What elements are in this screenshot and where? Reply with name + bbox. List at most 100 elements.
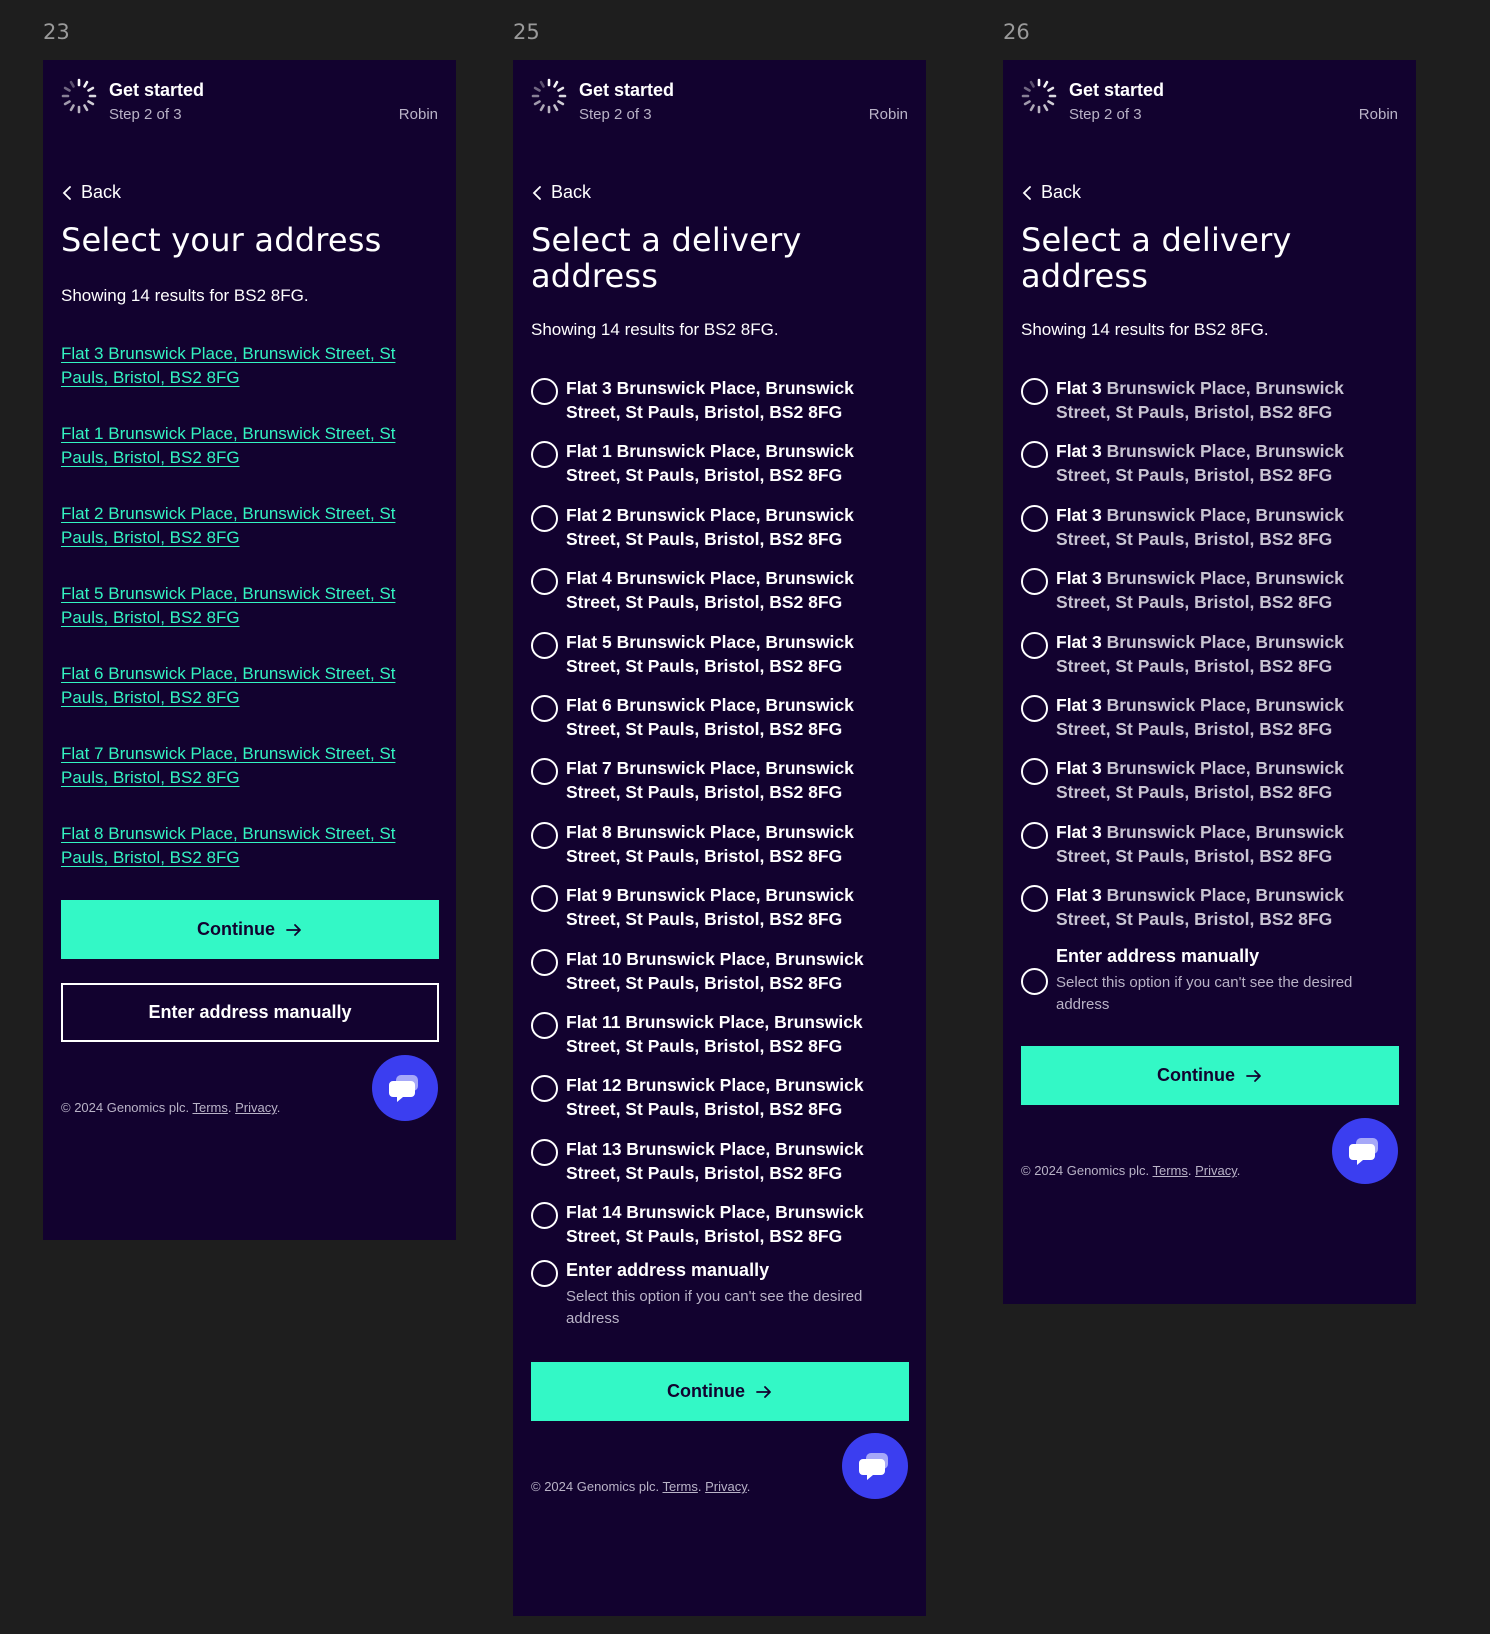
header-title: Get started bbox=[109, 80, 205, 100]
frame-label-25: 25 bbox=[513, 20, 540, 44]
address-link[interactable]: Flat 5 Brunswick Place, Brunswick Street… bbox=[61, 582, 441, 630]
radio-option-address[interactable]: Flat 12 Brunswick Place, Brunswick Stree… bbox=[531, 1073, 911, 1121]
radio-button[interactable] bbox=[531, 631, 558, 659]
continue-button[interactable]: Continue bbox=[61, 900, 439, 959]
chat-button[interactable] bbox=[842, 1433, 908, 1499]
header-step: Step 2 of 3 bbox=[109, 106, 182, 123]
radio-button[interactable] bbox=[1021, 758, 1048, 786]
radio-option-address[interactable]: Flat 3 Brunswick Place, Brunswick Street… bbox=[531, 376, 911, 424]
address-link[interactable]: Flat 1 Brunswick Place, Brunswick Street… bbox=[61, 422, 441, 470]
radio-option-address[interactable]: Flat 8 Brunswick Place, Brunswick Street… bbox=[531, 820, 911, 868]
radio-button[interactable] bbox=[1021, 885, 1048, 913]
radio-option-address[interactable]: Flat 3 Brunswick Place, Brunswick Street… bbox=[1021, 503, 1401, 551]
enter-manually-button[interactable]: Enter address manually bbox=[61, 983, 439, 1042]
continue-button[interactable]: Continue bbox=[1021, 1046, 1399, 1105]
address-link[interactable]: Flat 7 Brunswick Place, Brunswick Street… bbox=[61, 742, 441, 790]
radio-button[interactable] bbox=[531, 1202, 558, 1230]
terms-link[interactable]: Terms bbox=[1152, 1163, 1187, 1178]
address-label: Flat 1 Brunswick Place, Brunswick Street… bbox=[566, 441, 854, 486]
manual-option-title: Enter address manually bbox=[1056, 946, 1260, 966]
radio-button[interactable] bbox=[531, 948, 558, 976]
radio-button[interactable] bbox=[531, 695, 558, 722]
radio-option-address[interactable]: Flat 7 Brunswick Place, Brunswick Street… bbox=[531, 756, 911, 804]
address-link[interactable]: Flat 6 Brunswick Place, Brunswick Street… bbox=[61, 662, 441, 710]
address-label: Flat 3 Brunswick Place, Brunswick Street… bbox=[566, 378, 854, 422]
radio-option-address[interactable]: Flat 2 Brunswick Place, Brunswick Street… bbox=[531, 503, 911, 551]
radio-option-address[interactable]: Flat 6 Brunswick Place, Brunswick Street… bbox=[531, 693, 911, 741]
address-link[interactable]: Flat 8 Brunswick Place, Brunswick Street… bbox=[61, 822, 441, 870]
address-link[interactable]: Flat 2 Brunswick Place, Brunswick Street… bbox=[61, 502, 441, 550]
address-label: Flat 3 Brunswick Place, Brunswick Street… bbox=[1056, 693, 1401, 741]
header-user[interactable]: Robin bbox=[869, 106, 908, 123]
radio-button[interactable] bbox=[1021, 968, 1048, 995]
radio-button[interactable] bbox=[531, 821, 558, 849]
continue-label: Continue bbox=[197, 919, 275, 939]
radio-button[interactable] bbox=[531, 441, 558, 469]
continue-button[interactable]: Continue bbox=[531, 1362, 909, 1421]
copyright: © 2024 Genomics plc. bbox=[531, 1479, 660, 1494]
radio-button[interactable] bbox=[1021, 631, 1048, 659]
chat-icon bbox=[1349, 1138, 1378, 1165]
radio-option-address[interactable]: Flat 4 Brunswick Place, Brunswick Street… bbox=[531, 566, 911, 614]
continue-label: Continue bbox=[1157, 1065, 1235, 1085]
back-link[interactable]: Back bbox=[1021, 182, 1081, 203]
radio-option-manual[interactable]: Enter address manually Select this optio… bbox=[1021, 944, 1401, 1016]
radio-option-address[interactable]: Flat 1 Brunswick Place, Brunswick Street… bbox=[531, 439, 911, 487]
page-title: Select a delivery address bbox=[1021, 221, 1292, 295]
address-label: Flat 5 Brunswick Place, Brunswick Street… bbox=[566, 631, 854, 676]
terms-link[interactable]: Terms bbox=[192, 1100, 227, 1115]
privacy-link[interactable]: Privacy bbox=[1195, 1163, 1237, 1178]
results-text: Showing 14 results for BS2 8FG. bbox=[61, 286, 309, 305]
radio-option-address[interactable]: Flat 3 Brunswick Place, Brunswick Street… bbox=[1021, 693, 1401, 741]
back-link[interactable]: Back bbox=[61, 182, 121, 203]
arrow-right-icon bbox=[286, 923, 301, 936]
radio-option-address[interactable]: Flat 5 Brunswick Place, Brunswick Street… bbox=[531, 630, 911, 678]
radio-button[interactable] bbox=[531, 1012, 558, 1039]
radio-option-address[interactable]: Flat 9 Brunswick Place, Brunswick Street… bbox=[531, 883, 911, 931]
address-label: Flat 3 Brunswick Place, Brunswick Street… bbox=[1056, 376, 1401, 424]
radio-button[interactable] bbox=[531, 1260, 558, 1287]
radio-option-address[interactable]: Flat 13 Brunswick Place, Brunswick Stree… bbox=[531, 1137, 911, 1185]
radio-option-address[interactable]: Flat 14 Brunswick Place, Brunswick Stree… bbox=[531, 1200, 911, 1248]
radio-option-address[interactable]: Flat 3 Brunswick Place, Brunswick Street… bbox=[1021, 756, 1401, 804]
privacy-link[interactable]: Privacy bbox=[235, 1100, 277, 1115]
radio-option-address[interactable]: Flat 10 Brunswick Place, Brunswick Stree… bbox=[531, 947, 911, 995]
header-step: Step 2 of 3 bbox=[579, 106, 652, 123]
header-step: Step 2 of 3 bbox=[1069, 106, 1142, 123]
radio-option-address[interactable]: Flat 3 Brunswick Place, Brunswick Street… bbox=[1021, 376, 1401, 424]
radio-button[interactable] bbox=[1021, 441, 1048, 469]
chat-button[interactable] bbox=[372, 1055, 438, 1121]
radio-button[interactable] bbox=[531, 504, 558, 532]
radio-option-manual[interactable]: Enter address manually Select this optio… bbox=[531, 1258, 911, 1330]
radio-button[interactable] bbox=[531, 378, 558, 405]
radio-button[interactable] bbox=[1021, 695, 1048, 722]
header-user[interactable]: Robin bbox=[1359, 106, 1398, 123]
radio-button[interactable] bbox=[1021, 568, 1048, 596]
radio-button[interactable] bbox=[531, 1075, 558, 1103]
radio-option-address[interactable]: Flat 3 Brunswick Place, Brunswick Street… bbox=[1021, 820, 1401, 868]
chat-button[interactable] bbox=[1332, 1118, 1398, 1184]
address-flat: Flat 3 bbox=[1056, 504, 1102, 525]
radio-option-address[interactable]: Flat 11 Brunswick Place, Brunswick Stree… bbox=[531, 1010, 911, 1058]
radio-button[interactable] bbox=[1021, 504, 1048, 532]
radio-button[interactable] bbox=[1021, 821, 1048, 849]
address-label: Flat 13 Brunswick Place, Brunswick Stree… bbox=[566, 1138, 864, 1183]
radio-button[interactable] bbox=[1021, 378, 1048, 405]
address-link[interactable]: Flat 3 Brunswick Place, Brunswick Street… bbox=[61, 342, 441, 390]
radio-option-address[interactable]: Flat 3 Brunswick Place, Brunswick Street… bbox=[1021, 439, 1401, 487]
footer: © 2024 Genomics plc. Terms. Privacy. bbox=[61, 1100, 281, 1115]
back-link[interactable]: Back bbox=[531, 182, 591, 203]
radio-button[interactable] bbox=[531, 1138, 558, 1166]
privacy-link[interactable]: Privacy bbox=[705, 1479, 747, 1494]
header-user[interactable]: Robin bbox=[399, 106, 438, 123]
radio-button[interactable] bbox=[531, 758, 558, 786]
address-label: Flat 3 Brunswick Place, Brunswick Street… bbox=[1056, 883, 1401, 931]
radio-button[interactable] bbox=[531, 568, 558, 596]
radio-option-address[interactable]: Flat 3 Brunswick Place, Brunswick Street… bbox=[1021, 883, 1401, 931]
radio-option-address[interactable]: Flat 3 Brunswick Place, Brunswick Street… bbox=[1021, 630, 1401, 678]
radio-button[interactable] bbox=[531, 885, 558, 913]
terms-link[interactable]: Terms bbox=[662, 1479, 697, 1494]
radio-option-address[interactable]: Flat 3 Brunswick Place, Brunswick Street… bbox=[1021, 566, 1401, 614]
header-title: Get started bbox=[579, 80, 675, 100]
address-label: Flat 6 Brunswick Place, Brunswick Street… bbox=[566, 695, 854, 739]
